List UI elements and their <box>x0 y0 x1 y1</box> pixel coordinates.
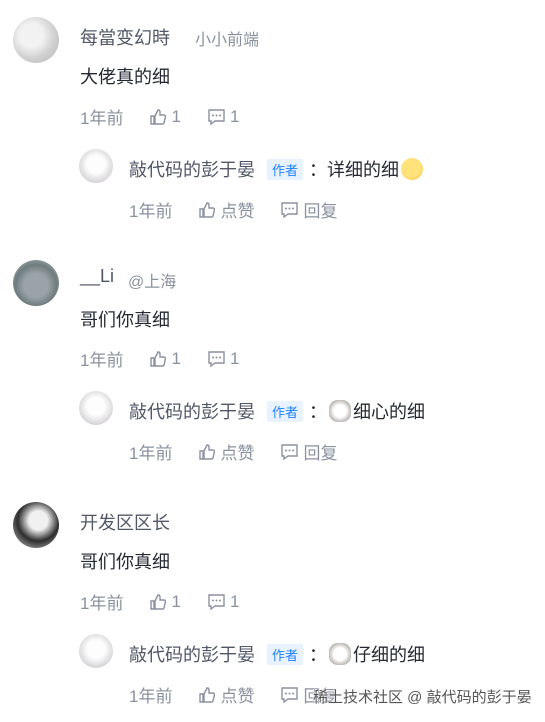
reply-username[interactable]: 敲代码的彭于晏 <box>129 156 255 182</box>
reply-count: 1 <box>229 348 240 368</box>
like-button[interactable]: 点赞 <box>198 682 254 707</box>
reply-button[interactable]: 回复 <box>280 197 337 222</box>
reply-avatar[interactable] <box>79 391 113 425</box>
comment-text: 哥们你真细 <box>80 552 170 572</box>
avatar[interactable] <box>13 502 59 548</box>
reply-line: 敲代码的彭于晏 作者 ：详细的细 <box>129 156 425 182</box>
reply-avatar[interactable] <box>79 149 113 183</box>
like-button[interactable]: 1 <box>149 348 181 369</box>
thumbs-up-icon <box>199 686 216 703</box>
author-badge: 作者 <box>267 158 304 180</box>
like-label: 点赞 <box>220 444 255 463</box>
reply-line: 敲代码的彭于晏 作者 ： 细心的细 <box>129 398 425 424</box>
thumbs-up-icon <box>199 443 216 460</box>
comment-text: 哥们你真细 <box>80 310 170 330</box>
cat-face-emoji-icon <box>329 400 352 422</box>
like-count: 1 <box>171 106 181 126</box>
comment-actions: 1年前 1 1 <box>80 589 265 614</box>
like-count: 1 <box>171 348 181 368</box>
reply-avatar[interactable] <box>79 634 113 668</box>
reply-text: 细心的细 <box>353 402 426 422</box>
reply-line: 敲代码的彭于晏 作者 ： 仔细的细 <box>129 641 425 667</box>
comment-username[interactable]: 每當变幻時 <box>80 24 170 50</box>
reply-colon: ： <box>309 645 328 665</box>
comment-time: 1年前 <box>80 594 124 613</box>
reply-count-button[interactable]: 1 <box>207 349 239 369</box>
reply-label: 回复 <box>303 444 338 463</box>
comment-icon <box>208 350 225 367</box>
comment-username[interactable]: 开发区区长 <box>80 509 170 535</box>
reply-username[interactable]: 敲代码的彭于晏 <box>129 641 255 667</box>
like-button[interactable]: 点赞 <box>198 439 254 464</box>
reply-actions: 1年前 点赞 回复 <box>129 197 363 222</box>
comment-username[interactable]: __Li <box>80 266 114 287</box>
thumbs-up-icon <box>150 108 167 125</box>
thinking-face-emoji-icon <box>401 158 424 180</box>
cat-face-emoji-icon <box>329 643 352 665</box>
comment-icon <box>208 108 225 125</box>
watermark: 稀土技术社区 @ 敲代码的彭于晏 <box>313 689 532 706</box>
like-button[interactable]: 1 <box>149 591 181 612</box>
reply-count-button[interactable]: 1 <box>207 107 239 127</box>
like-count: 1 <box>171 591 181 611</box>
reply-time: 1年前 <box>129 687 173 706</box>
author-badge: 作者 <box>267 400 304 422</box>
thumbs-up-icon <box>199 201 216 218</box>
comment-icon <box>208 593 225 610</box>
user-tag: 小小前端 <box>195 32 260 49</box>
reply-label: 回复 <box>303 202 338 221</box>
comment-icon <box>281 686 299 703</box>
author-badge: 作者 <box>267 643 304 665</box>
reply-text: ：详细的细 <box>309 160 400 180</box>
comment-actions: 1年前 1 1 <box>80 346 265 371</box>
reply-colon: ： <box>309 402 328 422</box>
user-location: @上海 <box>128 274 177 291</box>
reply-text: 仔细的细 <box>353 645 426 665</box>
comment-icon <box>281 443 299 460</box>
like-label: 点赞 <box>220 687 255 706</box>
reply-count: 1 <box>229 106 240 126</box>
like-button[interactable]: 1 <box>149 106 181 127</box>
comment-time: 1年前 <box>80 351 124 370</box>
like-label: 点赞 <box>220 202 255 221</box>
thumbs-up-icon <box>150 350 167 367</box>
reply-actions: 1年前 点赞 回复 <box>129 439 363 464</box>
comment-text: 大佬真的细 <box>80 67 170 87</box>
reply-time: 1年前 <box>129 444 173 463</box>
reply-username[interactable]: 敲代码的彭于晏 <box>129 398 255 424</box>
like-button[interactable]: 点赞 <box>198 197 254 222</box>
avatar[interactable] <box>13 260 59 306</box>
thumbs-up-icon <box>150 593 167 610</box>
avatar[interactable] <box>13 17 59 63</box>
reply-button[interactable]: 回复 <box>280 439 337 464</box>
comment-time: 1年前 <box>80 109 124 128</box>
comment-icon <box>281 201 299 218</box>
reply-count-button[interactable]: 1 <box>207 592 239 612</box>
reply-time: 1年前 <box>129 202 173 221</box>
reply-count: 1 <box>229 591 240 611</box>
comment-actions: 1年前 1 1 <box>80 104 265 129</box>
